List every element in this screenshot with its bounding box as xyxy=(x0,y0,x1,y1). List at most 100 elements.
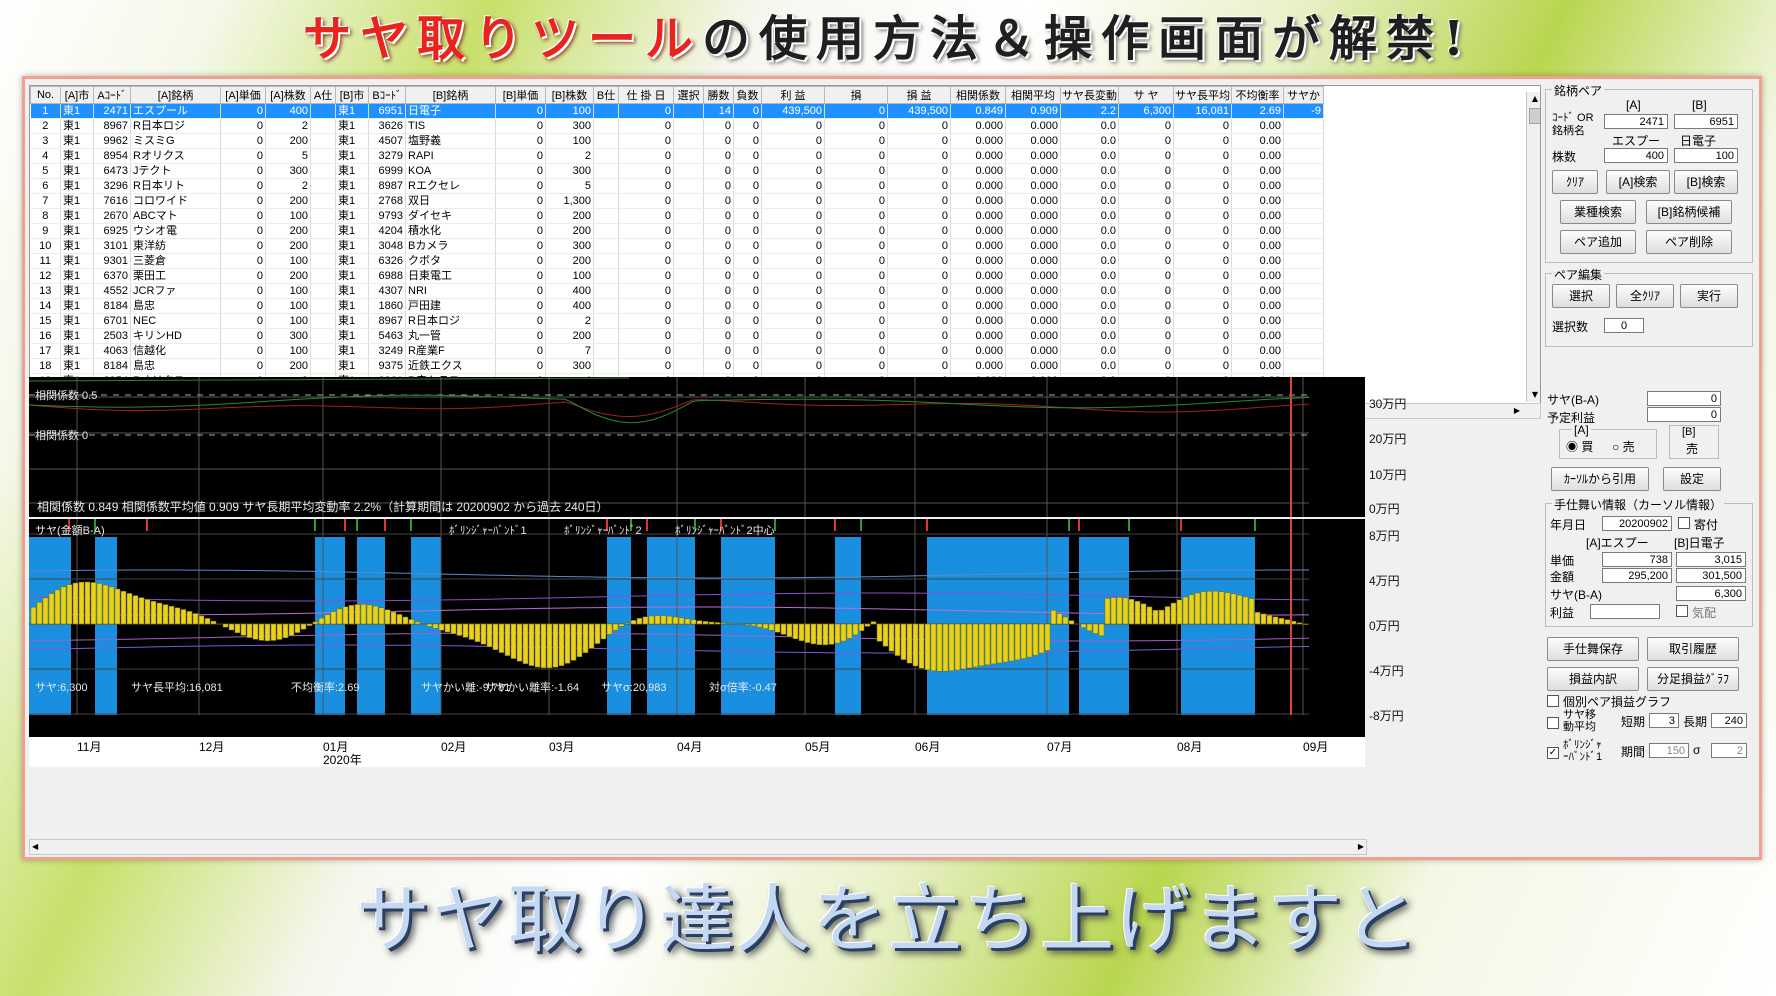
table-row[interactable]: 3 東1 9962 ミスミG 0 200 東1 4507 塩野義 0 100 0 0 0 0 0 0 0.000 0… xyxy=(30,133,1324,149)
sigma-input[interactable]: 2 xyxy=(1711,743,1747,758)
table-row[interactable]: 17 東1 4063 信越化 0 100 東1 3249 R産業F 0 7 0 0 0 0 0 0 0.000 0.… xyxy=(30,343,1324,359)
table-row[interactable]: 13 東1 4552 JCRファ 0 100 東1 4307 NRI 0 400 0 0 0 0 0 0 0.00… xyxy=(30,283,1324,299)
grid-header-cell[interactable]: [B]市 xyxy=(335,86,369,104)
long-input[interactable]: 240 xyxy=(1711,713,1747,728)
grid-header-cell[interactable]: A仕 xyxy=(310,86,336,104)
select-button[interactable]: 選択 xyxy=(1552,284,1610,308)
table-row[interactable]: 16 東1 2503 キリンHD 0 300 東1 5463 丸一管 0 200 0 0 0 0 0 0 0.00… xyxy=(30,328,1324,344)
grid-header-cell[interactable]: サヤ長変動 xyxy=(1060,86,1119,104)
kehai-checkbox[interactable] xyxy=(1676,605,1688,617)
table-row[interactable]: 18 東1 8184 島忠 0 200 東1 9375 近鉄エクス 0 300 0 0 0 0 0 0 0.000… xyxy=(30,358,1324,374)
table-row[interactable]: 9 東1 6925 ウシオ電 0 200 東1 4204 積水化 0 200 0 0 0 0 0 0 0.000 0… xyxy=(30,223,1324,239)
grid-header-cell[interactable]: [A]銘柄 xyxy=(130,86,221,104)
scroll-up-icon[interactable]: ▲ xyxy=(1527,92,1540,106)
grid-header-cell[interactable]: B仕 xyxy=(593,86,619,104)
grid-header-cell[interactable]: 不均衡率 xyxy=(1231,86,1284,104)
grid-header-cell[interactable]: [A]単価 xyxy=(220,86,266,104)
sell-radio[interactable]: ○ 売 xyxy=(1612,438,1635,455)
table-row[interactable]: 8 東1 2670 ABCマト 0 100 東1 9793 ダイセキ 0 200 0 0 0 0 0 0 0.00… xyxy=(30,208,1324,224)
table-cell: 東1 xyxy=(60,118,94,134)
grid-header-cell[interactable]: 損 xyxy=(824,86,888,104)
chart-horizontal-scrollbar[interactable]: ◀ ▶ xyxy=(29,839,1367,855)
table-row[interactable]: 10 東1 3101 東洋紡 0 200 東1 3048 Bカメラ 0 300 0 0 0 0 0 0 0.000… xyxy=(30,238,1324,254)
spread-bar xyxy=(780,623,787,635)
b-candidates-button[interactable]: [B]銘柄候補 xyxy=(1646,200,1732,224)
save-close-button[interactable]: 手仕舞保存 xyxy=(1547,637,1639,661)
industry-search-button[interactable]: 業種検索 xyxy=(1560,200,1636,224)
bb-checkbox[interactable]: ✓ xyxy=(1547,747,1559,759)
table-cell: 0 xyxy=(1118,313,1174,329)
clear-all-button[interactable]: 全ｸﾘｱ xyxy=(1616,284,1674,308)
scroll-right-icon[interactable]: ▶ xyxy=(1358,840,1364,854)
table-row[interactable]: 2 東1 8967 R日本ロジ 0 2 東1 3626 TIS 0 300 0 0 0 0 0 0 0.000 0.… xyxy=(30,118,1324,134)
search-b-button[interactable]: [B]検索 xyxy=(1674,170,1738,194)
grid-header-cell[interactable]: 選択 xyxy=(673,86,704,104)
table-row[interactable]: 15 東1 6701 NEC 0 100 東1 8967 R日本ロジ 0 2 0 0 0 0 0 0 0.000 0… xyxy=(30,313,1324,329)
grid-vertical-scrollbar[interactable]: ▲ ▼ xyxy=(1526,92,1540,402)
grid-header-cell[interactable]: [B]株数 xyxy=(545,86,594,104)
delete-pair-button[interactable]: ペア削除 xyxy=(1646,230,1732,254)
pair-grid[interactable]: No. [A]市 Aｺｰﾄﾞ [A]銘柄 [A]単価 [A]株数 A仕 [B]市 Bｺｰﾄﾞ [B… xyxy=(29,85,1541,407)
grid-header-cell[interactable]: 相関平均 xyxy=(1005,86,1061,104)
spread-bar xyxy=(228,623,235,631)
grid-header-cell[interactable]: サヤ長平均 xyxy=(1173,86,1232,104)
date-input[interactable]: 20200902 xyxy=(1602,516,1672,531)
grid-header-cell[interactable]: 利 益 xyxy=(761,86,825,104)
grid-header-cell[interactable]: 損 益 xyxy=(887,86,951,104)
col-b-label: [B] xyxy=(1692,98,1707,112)
grid-header-cell[interactable]: [A]株数 xyxy=(265,86,311,104)
table-row[interactable]: 5 東1 6473 Jテクト 0 300 東1 6999 KOA 0 300 0 0 0 0 0 0 0.000 0… xyxy=(30,163,1324,179)
setting-button[interactable]: 設定 xyxy=(1663,467,1721,491)
scroll-down-icon[interactable]: ▼ xyxy=(1527,388,1540,402)
table-row[interactable]: 14 東1 8184 島忠 0 100 東1 1860 戸田建 0 400 0 0 0 0 0 0 0.000 0.… xyxy=(30,298,1324,314)
buy-radio[interactable]: ◉ 買 xyxy=(1566,438,1593,455)
table-row[interactable]: 11 東1 9301 三菱倉 0 100 東1 6326 クボタ 0 200 0 0 0 0 0 0 0.000 0… xyxy=(30,253,1324,269)
grid-header-cell[interactable]: Aｺｰﾄﾞ xyxy=(93,86,131,104)
pair-graph-checkbox[interactable] xyxy=(1547,695,1559,707)
grid-header-cell[interactable]: サヤか xyxy=(1283,86,1324,104)
table-cell: 0.00 xyxy=(1231,163,1284,179)
grid-header-cell[interactable]: 勝数 xyxy=(703,86,734,104)
table-row[interactable]: 1 東1 2471 エスプール 0 400 東1 6951 日電子 0 100 0 14 0 439,500… xyxy=(30,103,1324,119)
table-cell: 0 xyxy=(495,328,546,344)
spread-bar xyxy=(522,623,529,664)
code-b-input[interactable]: 6951 xyxy=(1674,114,1738,129)
table-row[interactable]: 7 東1 7616 コロワイド 0 200 東1 2768 双日 0 1,300 0 0 0 0 0 0 0.00… xyxy=(30,193,1324,209)
pl-graph-button[interactable]: 分足損益ｸﾞﾗﾌ xyxy=(1647,667,1739,691)
period-input[interactable]: 150 xyxy=(1649,743,1689,758)
grid-header-cell[interactable]: サ ヤ xyxy=(1118,86,1174,104)
scroll-thumb[interactable] xyxy=(1529,108,1540,124)
shares-b-input[interactable]: 100 xyxy=(1674,148,1738,163)
grid-header-cell[interactable]: [B]単価 xyxy=(495,86,546,104)
scroll-right-icon[interactable]: ▶ xyxy=(1514,404,1520,418)
history-button[interactable]: 取引履歴 xyxy=(1647,637,1739,661)
table-row[interactable]: 6 東1 3296 R日本リト 0 2 東1 8987 Rエクセレ 0 5 0 0 0 0 0 0 0.000 0.… xyxy=(30,178,1324,194)
grid-header-cell[interactable]: 仕 掛 日 xyxy=(618,86,674,104)
table-cell xyxy=(593,103,619,119)
table-cell: 0 xyxy=(1173,193,1232,209)
cursor-quote-button[interactable]: ｶｰｿﾙから引用 xyxy=(1551,467,1649,491)
clear-button[interactable]: ｸﾘｱ xyxy=(1552,170,1598,194)
yoritsuki-checkbox[interactable] xyxy=(1678,517,1690,529)
shares-a-input[interactable]: 400 xyxy=(1604,148,1668,163)
code-a-input[interactable]: 2471 xyxy=(1604,114,1668,129)
ma-checkbox[interactable] xyxy=(1547,717,1559,729)
search-a-button[interactable]: [A]検索 xyxy=(1606,170,1670,194)
spread-chart[interactable]: サヤ(金額B-A) ﾎﾞﾘﾝｼﾞｬｰﾊﾞﾝﾄﾞ1 ﾎﾞﾘﾝｼﾞｬｰﾊﾞﾝﾄﾞ2 ﾎﾞﾘ… xyxy=(29,519,1365,739)
table-row[interactable]: 4 東1 8954 Rオリクス 0 5 東1 3279 RAPI 0 2 0 0 0 0 0 0 0.000 0.0… xyxy=(30,148,1324,164)
correlation-chart[interactable]: 相関係数 0.5 相関係数 0 相関係数 0.849 相関係数平均値 0.909… xyxy=(29,377,1365,517)
grid-header-cell[interactable]: [A]市 xyxy=(60,86,94,104)
grid-header-cell[interactable]: Bｺｰﾄﾞ xyxy=(368,86,406,104)
execute-button[interactable]: 実行 xyxy=(1680,284,1738,308)
grid-header-cell[interactable]: No. xyxy=(30,86,61,104)
grid-header-cell[interactable]: 負数 xyxy=(733,86,762,104)
table-cell: 0 xyxy=(618,283,674,299)
grid-header-cell[interactable]: 相関係数 xyxy=(950,86,1006,104)
grid-header-cell[interactable]: [B]銘柄 xyxy=(405,86,496,104)
pl-detail-button[interactable]: 損益内訳 xyxy=(1547,667,1639,691)
add-pair-button[interactable]: ペア追加 xyxy=(1560,230,1636,254)
table-row[interactable]: 12 東1 6370 栗田工 0 200 東1 6988 日東電工 0 100 0 0 0 0 0 0 0.000… xyxy=(30,268,1324,284)
scroll-left-icon[interactable]: ◀ xyxy=(32,840,38,854)
table-cell: 2 xyxy=(265,178,311,194)
short-input[interactable]: 3 xyxy=(1649,713,1679,728)
